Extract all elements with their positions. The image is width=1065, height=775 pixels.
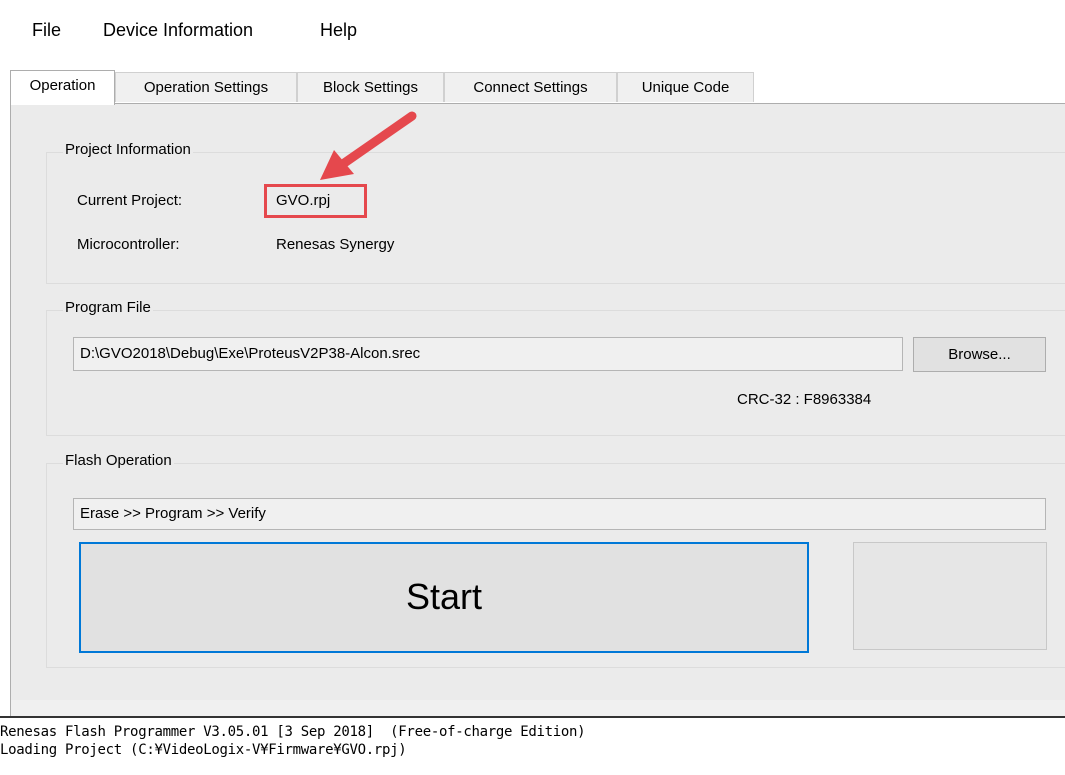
tab-connect-settings[interactable]: Connect Settings: [444, 72, 617, 102]
program-file-path-field[interactable]: D:\GVO2018\Debug\Exe\ProteusV2P38-Alcon.…: [73, 337, 903, 371]
crc-value: CRC-32 : F8963384: [737, 391, 872, 408]
log-line-2: Loading Project (C:¥VideoLogix-V¥Firmwar…: [0, 742, 407, 758]
operation-panel: Project Information Current Project: GVO…: [10, 104, 1065, 700]
menu-file[interactable]: File: [32, 20, 61, 41]
project-information-title: Project Information: [63, 141, 193, 158]
menu-help[interactable]: Help: [320, 20, 357, 41]
current-project-label: Current Project:: [77, 192, 183, 209]
flash-operation-group: Flash Operation Erase >> Program >> Veri…: [46, 452, 1065, 668]
log-separator: [0, 716, 1065, 718]
tab-unique-code[interactable]: Unique Code: [617, 72, 754, 102]
annotation-arrow-icon: [320, 111, 417, 180]
flash-operation-title: Flash Operation: [63, 452, 174, 469]
microcontroller-value: Renesas Synergy: [276, 236, 395, 253]
browse-button[interactable]: Browse...: [913, 337, 1046, 372]
microcontroller-label: Microcontroller:: [77, 236, 180, 253]
status-strip: [10, 700, 1065, 716]
program-file-title: Program File: [63, 299, 153, 316]
menu-bar: File Device Information Help: [0, 0, 1065, 60]
program-file-group: Program File D:\GVO2018\Debug\Exe\Proteu…: [46, 299, 1065, 436]
tab-operation[interactable]: Operation: [10, 70, 115, 105]
log-line-1: Renesas Flash Programmer V3.05.01 [3 Sep…: [0, 724, 586, 740]
tab-strip: Operation Operation Settings Block Setti…: [10, 70, 1065, 105]
operation-sequence-field: Erase >> Program >> Verify: [73, 498, 1046, 530]
start-button[interactable]: Start: [79, 542, 809, 653]
status-box: [853, 542, 1047, 650]
menu-device-information[interactable]: Device Information: [103, 20, 253, 41]
tab-operation-settings[interactable]: Operation Settings: [115, 72, 297, 102]
project-information-group: Project Information Current Project: GVO…: [46, 141, 1065, 284]
tab-block-settings[interactable]: Block Settings: [297, 72, 444, 102]
